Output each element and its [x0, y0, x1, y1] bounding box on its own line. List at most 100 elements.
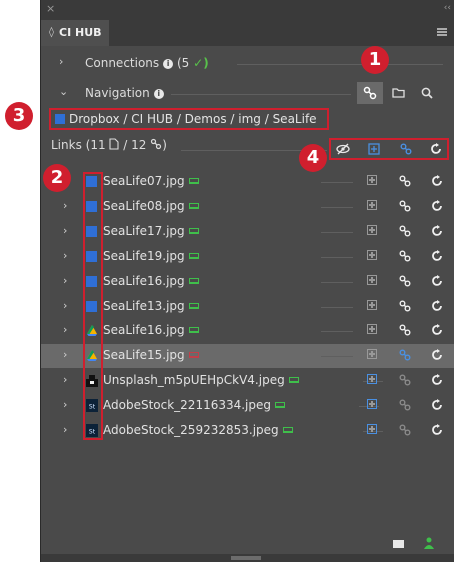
source-icons-highlight: [83, 172, 103, 440]
chevron-right-icon[interactable]: ›: [63, 373, 67, 386]
refresh-button[interactable]: [430, 373, 444, 387]
links-count: Links (11: [51, 138, 106, 152]
place-button[interactable]: [367, 424, 377, 434]
place-button[interactable]: [367, 249, 377, 260]
close-icon[interactable]: ×: [46, 2, 55, 15]
relink-all-button[interactable]: [399, 141, 415, 157]
relink-button[interactable]: [398, 323, 412, 337]
relink-button[interactable]: [398, 348, 412, 362]
folder-view-button[interactable]: [386, 82, 412, 104]
place-button[interactable]: [367, 224, 377, 235]
mail-icon[interactable]: [393, 540, 404, 548]
chevron-right-icon[interactable]: ›: [63, 398, 67, 411]
eye-filter-button[interactable]: [335, 141, 351, 157]
relink-button[interactable]: [398, 423, 412, 437]
linked-status-icon: [288, 377, 299, 384]
breadcrumb[interactable]: Dropbox / CI HUB / Demos / img / SeaLife: [49, 108, 329, 130]
search-icon: [421, 87, 433, 99]
ci-hub-panel: × ‹‹ ◊ CI HUB › Connections i (5 ✓) ⌄ Nav…: [5, 0, 454, 562]
refresh-button[interactable]: [430, 174, 444, 188]
ci-hub-icon: ◊: [49, 27, 54, 38]
collapse-icon[interactable]: ‹‹: [444, 3, 451, 13]
refresh-all-button[interactable]: [429, 141, 445, 157]
user-icon[interactable]: [424, 537, 434, 549]
file-name: SeaLife07.jpg: [103, 174, 185, 188]
panel-titlebar: × ‹‹: [41, 0, 454, 20]
divider-line: [321, 331, 353, 333]
refresh-button[interactable]: [430, 398, 444, 412]
relink-button[interactable]: [398, 373, 412, 387]
callout-badge: 2: [43, 164, 71, 192]
error-status-icon: [188, 352, 199, 359]
place-all-button[interactable]: [367, 141, 383, 157]
divider-line: [321, 281, 353, 283]
refresh-button[interactable]: [430, 249, 444, 263]
place-button[interactable]: [367, 349, 377, 360]
file-name: SeaLife19.jpg: [103, 248, 185, 263]
chevron-right-icon[interactable]: ›: [63, 348, 67, 361]
link-icon: [400, 143, 412, 155]
file-name: SeaLife15.jpg: [103, 348, 185, 363]
relink-button[interactable]: [398, 249, 412, 263]
refresh-button[interactable]: [430, 274, 444, 288]
refresh-button[interactable]: [430, 224, 444, 238]
relink-button[interactable]: [398, 199, 412, 213]
links-header: Links (11 / 12 ): [51, 138, 167, 152]
linked-status-icon: [188, 302, 199, 309]
divider-line: [321, 206, 353, 208]
place-button[interactable]: [367, 299, 377, 310]
place-button[interactable]: [367, 399, 377, 410]
tab-label: CI HUB: [59, 26, 102, 39]
horizontal-scrollbar[interactable]: [41, 554, 454, 562]
relink-button[interactable]: [398, 398, 412, 412]
scrollbar-thumb[interactable]: [231, 556, 261, 560]
file-name: AdobeStock_22116334.jpeg: [103, 398, 272, 413]
info-icon[interactable]: i: [163, 59, 174, 69]
linked-status-icon: [188, 277, 199, 284]
place-button[interactable]: [367, 199, 377, 210]
chevron-right-icon[interactable]: ›: [63, 224, 67, 237]
connections-row[interactable]: › Connections i (5 ✓): [41, 52, 454, 76]
dropbox-icon: [55, 114, 65, 124]
refresh-button[interactable]: [430, 348, 444, 362]
place-button[interactable]: [367, 274, 377, 285]
place-button[interactable]: [367, 324, 377, 335]
relink-button[interactable]: [398, 299, 412, 313]
chevron-right-icon[interactable]: ›: [63, 199, 67, 212]
refresh-button[interactable]: [430, 199, 444, 213]
chevron-right-icon[interactable]: ›: [63, 249, 67, 262]
relink-button[interactable]: [398, 224, 412, 238]
callout-badge: 4: [299, 144, 327, 172]
chevron-right-icon[interactable]: ›: [63, 274, 67, 287]
chevron-right-icon[interactable]: ›: [63, 299, 67, 312]
chevron-right-icon[interactable]: ›: [63, 423, 67, 436]
links-view-button[interactable]: [357, 82, 383, 104]
tab-bar: ◊ CI HUB: [41, 20, 454, 46]
linked-status-icon: [188, 178, 199, 184]
file-name: SeaLife16.jpg: [103, 323, 185, 338]
check-icon: ✓): [193, 56, 209, 70]
links-total: / 12: [123, 138, 147, 152]
breadcrumb-path: Dropbox / CI HUB / Demos / img / SeaLife: [69, 112, 317, 126]
search-button[interactable]: [415, 82, 441, 104]
grid-plus-icon: [368, 143, 380, 155]
relink-button[interactable]: [398, 174, 412, 188]
file-name: SeaLife16.jpg: [103, 273, 185, 288]
eye-icon: [336, 143, 350, 155]
refresh-button[interactable]: [430, 323, 444, 337]
refresh-button[interactable]: [430, 299, 444, 313]
chevron-right-icon[interactable]: ›: [59, 55, 63, 68]
refresh-button[interactable]: [430, 423, 444, 437]
folder-icon: [392, 88, 405, 98]
linked-status-icon: [282, 427, 293, 433]
info-icon[interactable]: i: [153, 89, 164, 99]
tab-ci-hub[interactable]: ◊ CI HUB: [41, 20, 109, 46]
linked-status-icon: [188, 252, 199, 259]
callout-badge: 1: [361, 46, 389, 74]
panel-menu-icon[interactable]: [437, 28, 447, 36]
place-button[interactable]: [367, 175, 377, 185]
place-button[interactable]: [367, 374, 377, 385]
chevron-down-icon[interactable]: ⌄: [59, 85, 68, 98]
chevron-right-icon[interactable]: ›: [63, 323, 67, 336]
relink-button[interactable]: [398, 274, 412, 288]
